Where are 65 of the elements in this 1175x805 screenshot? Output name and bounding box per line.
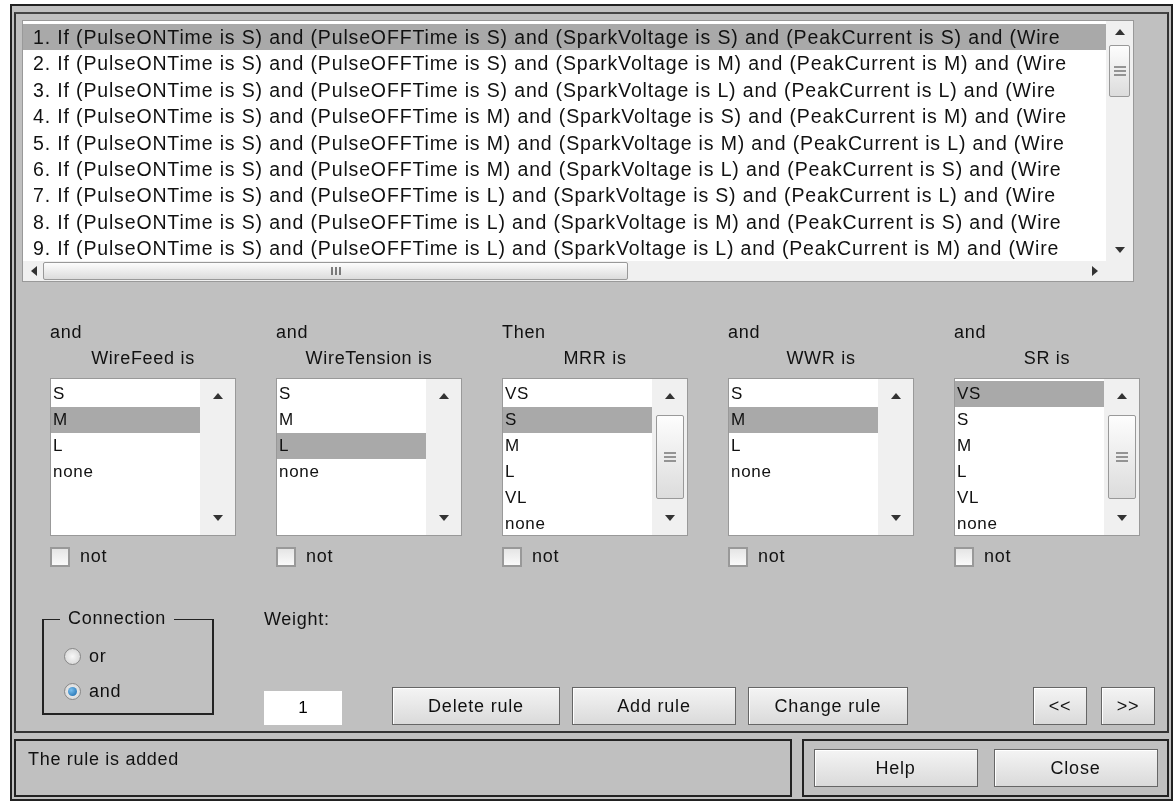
radio-label: or (89, 646, 107, 667)
not-checkbox[interactable] (276, 546, 296, 567)
scrollbar-thumb[interactable] (43, 262, 628, 280)
checkbox-label: not (532, 546, 560, 567)
not-checkbox[interactable] (50, 546, 70, 567)
option-item[interactable]: VS (955, 381, 1104, 407)
connector-label: and (50, 322, 84, 344)
variable-label: WWR is (785, 348, 857, 370)
variable-label: WireFeed is (90, 348, 196, 370)
rule-action-button[interactable]: Change rule (748, 687, 908, 725)
option-item[interactable]: S (503, 407, 652, 433)
navigation-button[interactable]: << (1033, 687, 1087, 725)
rule-action-button[interactable]: Add rule (572, 687, 736, 725)
scroll-down-icon[interactable] (664, 515, 675, 521)
scroll-up-icon[interactable] (1114, 29, 1125, 35)
checkbox-label: not (80, 546, 108, 567)
navigation-button[interactable]: >> (1101, 687, 1155, 725)
scroll-left-icon[interactable] (31, 266, 37, 276)
option-item[interactable]: M (729, 407, 878, 433)
connector-label: and (728, 322, 762, 344)
scroll-down-icon[interactable] (1116, 515, 1127, 521)
option-item[interactable]: L (277, 433, 426, 459)
scroll-right-icon[interactable] (1092, 266, 1098, 276)
not-checkbox[interactable] (954, 546, 974, 567)
horizontal-scrollbar[interactable] (23, 261, 1106, 281)
vertical-scrollbar[interactable] (200, 379, 235, 535)
scroll-down-icon[interactable] (212, 515, 223, 521)
weight-label: Weight: (264, 609, 331, 630)
rule-item[interactable]: 1. If (PulseONTime is S) and (PulseOFFTime is S) and (SparkVoltage is S) and (PeakCurrent is S) and (Wire (23, 24, 1106, 51)
not-checkbox[interactable] (502, 546, 522, 567)
scroll-up-icon[interactable] (212, 393, 223, 399)
scrollbar-thumb[interactable] (1108, 415, 1136, 499)
radio-button[interactable] (64, 683, 81, 700)
radio-label: and (89, 681, 122, 702)
connector-label: and (954, 322, 988, 344)
weight-field[interactable]: 1 (264, 691, 342, 725)
scroll-up-icon[interactable] (1116, 393, 1127, 399)
scroll-down-icon[interactable] (890, 515, 901, 521)
vertical-scrollbar[interactable] (1106, 21, 1133, 261)
scrollbar-thumb[interactable] (1109, 45, 1130, 97)
connector-label: Then (502, 322, 547, 344)
option-item[interactable]: M (51, 407, 200, 433)
scroll-up-icon[interactable] (890, 393, 901, 399)
scroll-down-icon[interactable] (1114, 247, 1125, 253)
checkbox-label: not (306, 546, 334, 567)
vertical-scrollbar[interactable] (652, 379, 687, 535)
scroll-up-icon[interactable] (438, 393, 449, 399)
vertical-scrollbar[interactable] (1104, 379, 1139, 535)
status-message: The rule is added (14, 739, 792, 797)
checkbox-label: not (984, 546, 1012, 567)
connector-label: and (276, 322, 310, 344)
checkbox-label: not (758, 546, 786, 567)
variable-label: MRR is (562, 348, 628, 370)
not-checkbox[interactable] (728, 546, 748, 567)
vertical-scrollbar[interactable] (426, 379, 461, 535)
variable-label: SR is (1022, 348, 1072, 370)
scrollbar-thumb[interactable] (656, 415, 684, 499)
vertical-scrollbar[interactable] (878, 379, 913, 535)
dialog-button[interactable]: Close (993, 749, 1158, 787)
dialog-button[interactable]: Help (813, 749, 978, 787)
scroll-up-icon[interactable] (664, 393, 675, 399)
radio-button[interactable] (64, 648, 81, 665)
variable-label: WireTension is (304, 348, 434, 370)
scroll-down-icon[interactable] (438, 515, 449, 521)
rule-action-button[interactable]: Delete rule (392, 687, 560, 725)
